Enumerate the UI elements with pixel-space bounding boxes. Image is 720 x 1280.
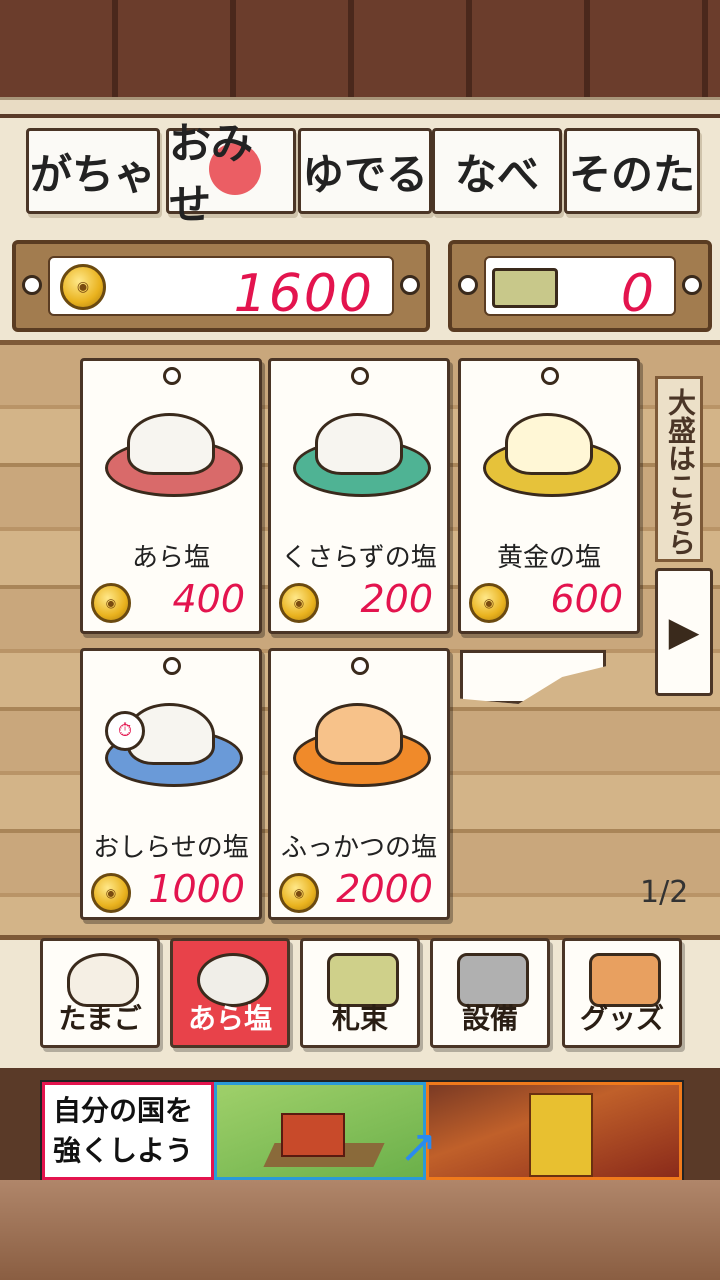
arrow-icon: ↗: [399, 1119, 438, 1173]
tab-shop[interactable]: おみせ: [166, 119, 296, 229]
pin-icon: [351, 657, 369, 675]
roof: [0, 0, 720, 114]
ad-text-line1: 自分の国を: [53, 1094, 194, 1127]
tab-label: そのた: [568, 149, 695, 199]
ad-village-image: [214, 1082, 426, 1180]
category-label: たまご: [58, 1002, 142, 1035]
category-salt-button[interactable]: あら塩: [170, 938, 290, 1048]
category-goods-button[interactable]: グッズ: [562, 938, 682, 1048]
item-card-kusarazu-salt[interactable]: くさらずの塩 ◉ 200: [268, 358, 450, 634]
nail-icon: [400, 275, 420, 295]
salt-pile-icon: [315, 413, 403, 475]
money-count: 0: [620, 264, 656, 324]
category-banknotes-button[interactable]: 札束: [300, 938, 420, 1048]
tab-gacha[interactable]: がちゃ: [26, 128, 160, 214]
page-indicator: 1/2: [640, 875, 689, 910]
item-name: 黄金の塩: [496, 543, 601, 573]
item-name: あら塩: [131, 543, 210, 573]
floor: [0, 1180, 720, 1280]
category-equipment-button[interactable]: 設備: [430, 938, 550, 1048]
tab-label: がちゃ: [29, 149, 156, 199]
category-label: グッズ: [579, 1002, 664, 1035]
salt-pile-icon: [505, 413, 593, 475]
tab-pot[interactable]: なべ: [432, 128, 562, 214]
item-price: 2000: [336, 867, 433, 911]
pin-icon: [541, 367, 559, 385]
palace-icon: [529, 1093, 593, 1177]
tab-label: おみせ: [169, 119, 254, 229]
item-price: 600: [550, 577, 623, 621]
nail-icon: [682, 275, 702, 295]
item-price: 400: [172, 577, 245, 621]
item-card-golden-salt[interactable]: 黄金の塩 ◉ 600: [458, 358, 640, 634]
coin-icon: ◉: [279, 873, 319, 913]
pin-icon: [351, 367, 369, 385]
house-icon: [281, 1113, 345, 1157]
tab-boil[interactable]: ゆでる: [298, 128, 432, 214]
ad-banner[interactable]: 自分の国を 強くしよう ↗: [40, 1080, 684, 1182]
salt-pile-icon: [127, 413, 215, 475]
ad-castle-image: ↗: [399, 1082, 682, 1180]
money-panel: 0: [448, 240, 712, 332]
item-name: ふっかつの塩: [280, 833, 437, 863]
tab-other[interactable]: そのた: [564, 128, 700, 214]
coin-icon: ◉: [60, 264, 106, 310]
item-name: くさらずの塩: [281, 543, 437, 573]
coin-icon: ◉: [279, 583, 319, 623]
item-price: 200: [360, 577, 433, 621]
item-card-revival-salt[interactable]: ふっかつの塩 ◉ 2000: [268, 648, 450, 920]
ad-text-line2: 強くしよう: [53, 1134, 194, 1167]
item-card-notice-salt[interactable]: ⏱ おしらせの塩 ◉ 1000: [80, 648, 262, 920]
coin-count: 1600: [233, 264, 374, 324]
item-card-ara-salt[interactable]: あら塩 ◉ 400: [80, 358, 262, 634]
pin-icon: [163, 367, 181, 385]
category-label: あら塩: [187, 1002, 272, 1035]
arrow-right-icon: ▶: [668, 609, 700, 655]
category-label: 札束: [331, 1002, 388, 1035]
tab-label: ゆでる: [301, 149, 428, 199]
item-price: 1000: [148, 867, 245, 911]
coin-icon: ◉: [91, 583, 131, 623]
salt-pile-icon: [315, 703, 403, 765]
category-label: 設備: [461, 1002, 518, 1035]
side-label: 大盛はこちら: [664, 388, 697, 556]
coin-icon: ◉: [469, 583, 509, 623]
coin-icon: ◉: [91, 873, 131, 913]
timer-icon: ⏱: [105, 711, 145, 751]
nail-icon: [22, 275, 42, 295]
item-name: おしらせの塩: [93, 833, 249, 863]
banknote-stack-icon: [492, 268, 558, 308]
next-page-button[interactable]: ▶: [655, 568, 713, 696]
nail-icon: [458, 275, 478, 295]
ad-text-panel: 自分の国を 強くしよう: [42, 1082, 214, 1180]
tab-label: なべ: [454, 149, 539, 199]
pin-icon: [163, 657, 181, 675]
coin-panel: ◉ 1600: [12, 240, 430, 332]
category-eggs-button[interactable]: たまご: [40, 938, 160, 1048]
large-size-sign[interactable]: 大盛はこちら: [655, 376, 703, 562]
